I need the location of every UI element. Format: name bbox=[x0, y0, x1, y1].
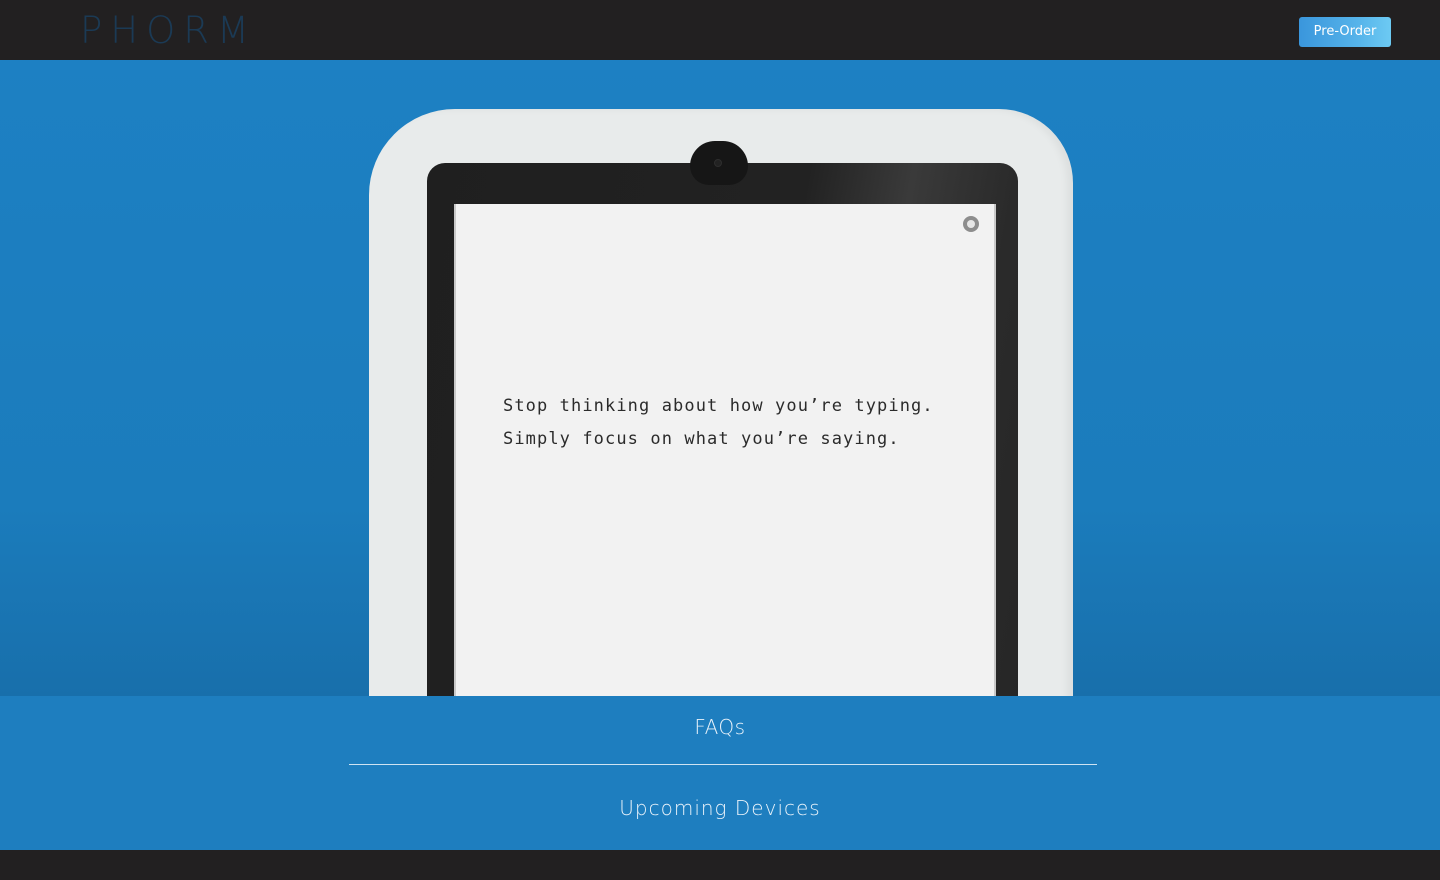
aperture-icon bbox=[963, 216, 979, 232]
camera-lens-icon bbox=[714, 159, 722, 167]
screen-tagline: Stop thinking about how you’re typing. S… bbox=[503, 390, 983, 456]
top-navbar: PHORM Pre-Order bbox=[0, 0, 1440, 60]
tablet-screen: Stop thinking about how you’re typing. S… bbox=[454, 204, 996, 696]
upcoming-devices-link[interactable]: Upcoming Devices bbox=[0, 793, 1440, 823]
phorm-logo[interactable]: PHORM bbox=[80, 9, 257, 53]
tagline-line-1: Stop thinking about how you’re typing. bbox=[503, 396, 934, 416]
pre-order-button[interactable]: Pre-Order bbox=[1299, 17, 1391, 47]
camera-notch bbox=[690, 141, 748, 185]
tagline-line-2: Simply focus on what you’re saying. bbox=[503, 429, 900, 449]
divider bbox=[349, 764, 1097, 765]
tablet-device-illustration: Stop thinking about how you’re typing. S… bbox=[369, 109, 1073, 696]
tablet-bezel: Stop thinking about how you’re typing. S… bbox=[427, 141, 1018, 696]
hero-section: Stop thinking about how you’re typing. S… bbox=[0, 60, 1440, 696]
links-section: FAQs Upcoming Devices bbox=[0, 696, 1440, 850]
footer-bar bbox=[0, 850, 1440, 880]
faqs-link[interactable]: FAQs bbox=[0, 712, 1440, 742]
